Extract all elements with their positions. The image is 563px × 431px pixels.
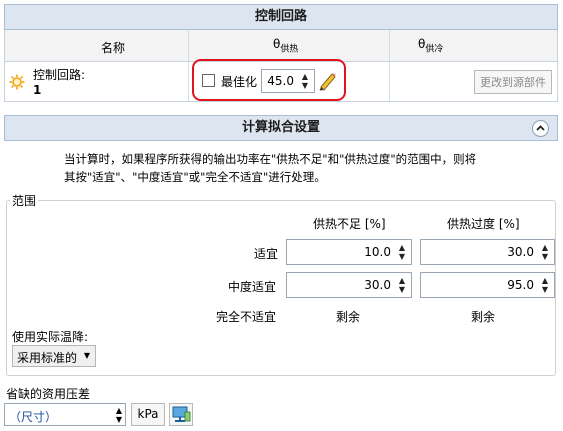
spin-down-icon[interactable]: ▼ bbox=[116, 415, 122, 424]
spin-down-icon[interactable]: ▼ bbox=[396, 253, 408, 261]
pressure-input[interactable]: （尺寸） ▲ ▼ bbox=[4, 403, 126, 426]
heat-value: 45.0 bbox=[267, 74, 294, 88]
spin-up-icon[interactable]: ▲ bbox=[116, 406, 122, 415]
spin-up-icon[interactable]: ▲ bbox=[396, 277, 408, 285]
range-group-title: 范围 bbox=[10, 192, 39, 209]
update-to-source-label: 更改到源部件 bbox=[480, 76, 546, 89]
column-over-supply: 供热过度 [%] bbox=[447, 217, 520, 231]
control-loop-row[interactable]: 控制回路: 1 最佳化 45.0 ▲ ▼ 更改到源部件 bbox=[4, 59, 558, 102]
loop-name-number: 1 bbox=[33, 83, 42, 97]
column-under-supply: 供热不足 [%] bbox=[313, 217, 386, 231]
spin-down-icon[interactable]: ▼ bbox=[396, 286, 408, 294]
control-loop-header: 控制回路 bbox=[4, 4, 558, 30]
row-suitable-label: 适宜 bbox=[254, 247, 279, 261]
loop-name-label: 控制回路: bbox=[33, 68, 86, 82]
heat-value-spinner[interactable]: 45.0 ▲ ▼ bbox=[261, 69, 315, 93]
fit-description-line1: 当计算时，如果程序所获得的输出功率在"供热不足"和"供热过度"的范围中，则将 bbox=[64, 152, 477, 166]
spin-up-icon[interactable]: ▲ bbox=[396, 244, 408, 252]
sun-icon bbox=[9, 74, 25, 90]
pressure-label: 省缺的资用压差 bbox=[6, 387, 91, 401]
pressure-unit-label: kPa bbox=[137, 407, 159, 421]
column-header-heating: θ供热 bbox=[273, 37, 299, 55]
computer-network-icon[interactable] bbox=[169, 403, 193, 426]
temp-drop-value: 采用标准的 bbox=[17, 351, 78, 365]
moderate-over-value: 95.0 bbox=[507, 278, 534, 292]
chevron-down-icon: ▼ bbox=[83, 351, 90, 360]
row-moderate-label: 中度适宜 bbox=[228, 280, 277, 294]
unsuitable-over-remainder: 剩余 bbox=[471, 310, 496, 324]
column-header-name: 名称 bbox=[101, 41, 126, 55]
update-to-source-button[interactable]: 更改到源部件 bbox=[474, 70, 552, 94]
row-unsuitable-label: 完全不适宜 bbox=[216, 310, 277, 324]
spin-up-icon[interactable]: ▲ bbox=[539, 244, 551, 252]
fit-description-line2: 其按"适宜"、"中度适宜"或"完全不适宜"进行处理。 bbox=[64, 170, 326, 184]
optimize-label: 最佳化 bbox=[221, 75, 258, 89]
spin-down-icon[interactable]: ▼ bbox=[539, 253, 551, 261]
fit-settings-title: 计算拟合设置 bbox=[241, 120, 320, 135]
temp-drop-label: 使用实际温降: bbox=[12, 330, 89, 344]
spin-down-icon[interactable]: ▼ bbox=[299, 82, 311, 90]
moderate-over-spinner[interactable]: 95.0 ▲ ▼ bbox=[420, 272, 555, 298]
pencil-edit-icon[interactable] bbox=[318, 71, 336, 91]
spin-up-icon[interactable]: ▲ bbox=[299, 73, 311, 81]
suitable-over-spinner[interactable]: 30.0 ▲ ▼ bbox=[420, 239, 555, 265]
spin-down-icon[interactable]: ▼ bbox=[539, 286, 551, 294]
suitable-under-spinner[interactable]: 10.0 ▲ ▼ bbox=[286, 239, 412, 265]
moderate-under-value: 30.0 bbox=[364, 278, 391, 292]
collapse-chevron-icon[interactable] bbox=[532, 120, 549, 137]
temp-drop-dropdown[interactable]: 采用标准的 ▼ bbox=[12, 345, 96, 367]
moderate-under-spinner[interactable]: 30.0 ▲ ▼ bbox=[286, 272, 412, 298]
fit-settings-header: 计算拟合设置 bbox=[4, 115, 558, 141]
optimize-checkbox[interactable] bbox=[202, 74, 215, 87]
grid-header-row: 名称 θ供热 θ供冷 bbox=[4, 30, 558, 62]
control-loop-title: 控制回路 bbox=[254, 9, 307, 24]
column-header-cooling: θ供冷 bbox=[418, 37, 444, 55]
unsuitable-under-remainder: 剩余 bbox=[336, 310, 361, 324]
spin-up-icon[interactable]: ▲ bbox=[539, 277, 551, 285]
pressure-unit-button[interactable]: kPa bbox=[131, 403, 165, 426]
pressure-value: （尺寸） bbox=[9, 410, 58, 424]
suitable-over-value: 30.0 bbox=[507, 245, 534, 259]
suitable-under-value: 10.0 bbox=[364, 245, 391, 259]
